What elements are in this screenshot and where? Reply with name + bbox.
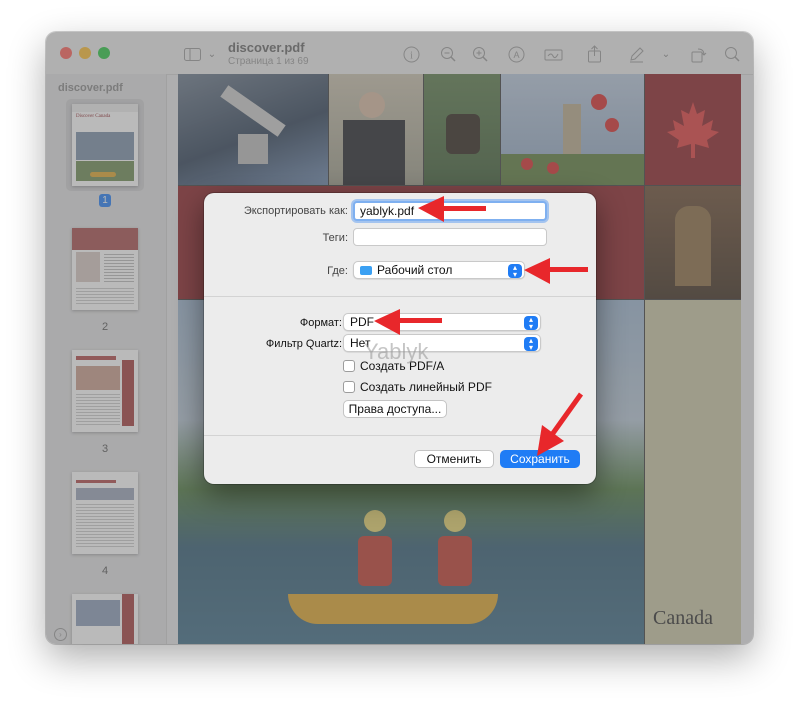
arrow-save <box>537 392 584 456</box>
arrow-export-name <box>418 196 486 222</box>
arrow-where <box>524 258 588 284</box>
annotation-arrows <box>374 196 588 456</box>
arrow-format <box>374 309 442 335</box>
